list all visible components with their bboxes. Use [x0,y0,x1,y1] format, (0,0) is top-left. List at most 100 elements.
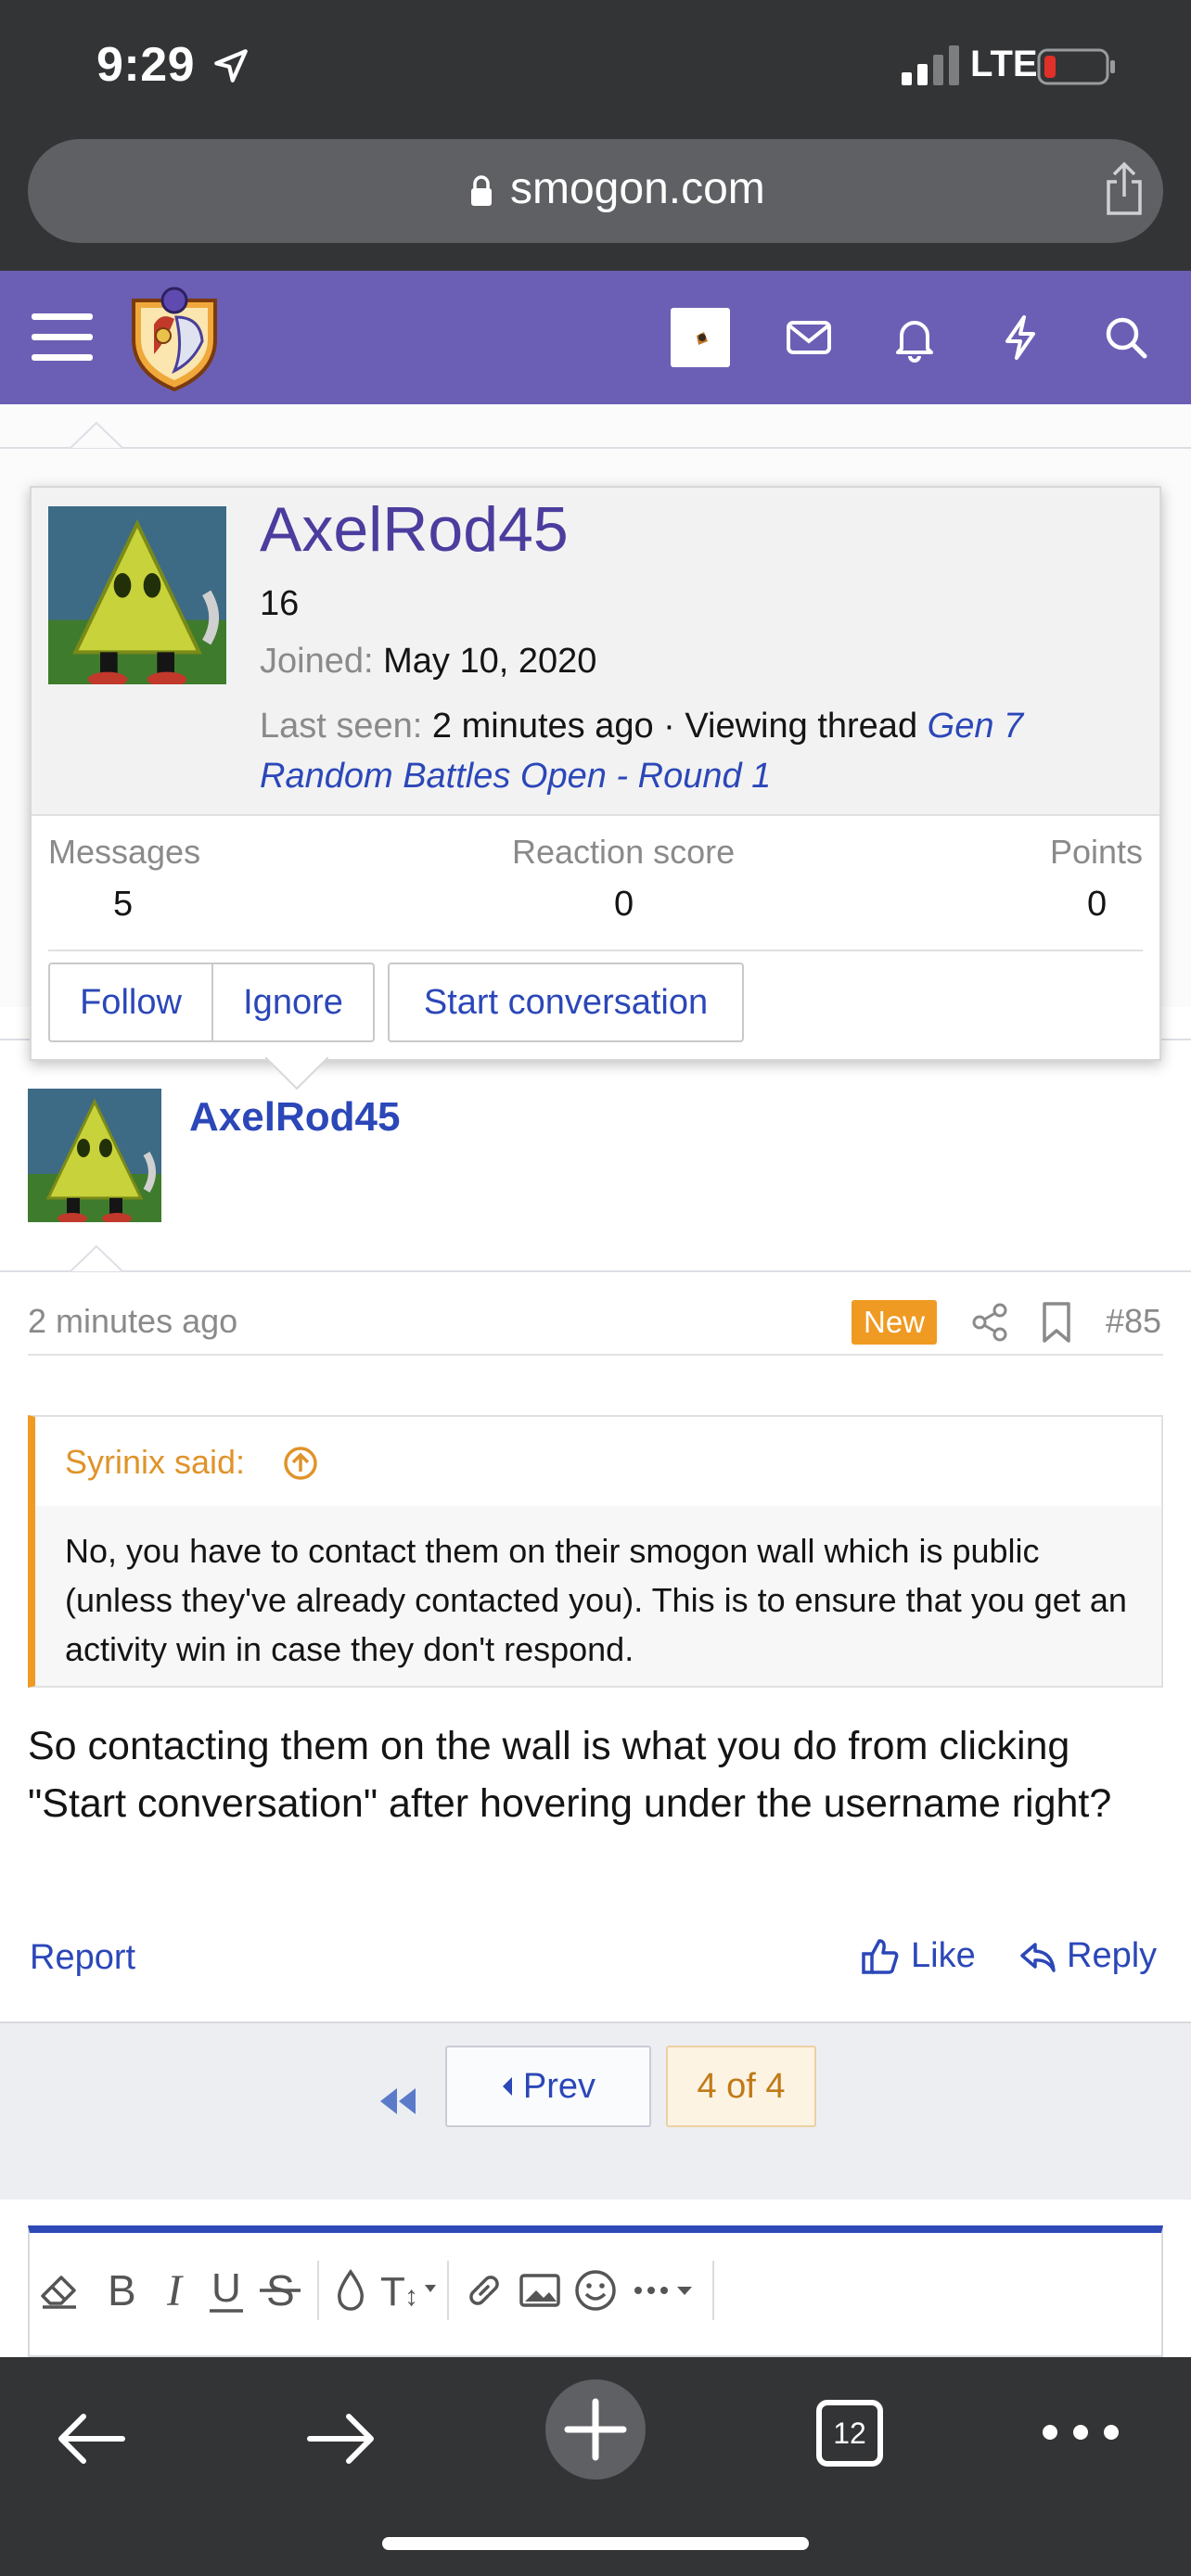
underline-icon[interactable]: U [200,2264,252,2316]
prev-label: Prev [522,2066,596,2106]
arrow-up-circle-icon[interactable] [282,1445,319,1482]
caret-decoration [70,421,122,449]
post-avatar[interactable] [28,1089,161,1222]
follow-button[interactable]: Follow [48,963,213,1042]
location-arrow-icon [214,49,248,83]
prev-page-button[interactable]: Prev [445,2046,651,2127]
page-indicator[interactable]: 4 of 4 [666,2046,816,2127]
status-bar: 9:29 LTE [0,0,1191,139]
svg-text:B: B [108,2266,136,2315]
divider [0,447,1191,449]
svg-text:I: I [166,2266,184,2315]
cellular-signal-icon [902,45,959,85]
search-icon[interactable] [1100,312,1152,363]
toolbar-divider [447,2261,449,2320]
pagination: Prev 4 of 4 [0,2021,1191,2200]
browser-address-area: smogon.com [0,139,1191,271]
member-username[interactable]: AxelRod45 [260,493,569,566]
tab-count: 12 [833,2416,866,2450]
stat-label-points: Points [1050,833,1144,871]
bold-icon[interactable]: B [96,2264,148,2316]
more-options-icon[interactable] [631,2264,701,2316]
quote-attribution[interactable]: Syrinix said: [65,1443,245,1482]
member-stats: Messages 5 Reaction score 0 Points 0 [48,833,1143,951]
caret-left-icon [502,2077,512,2096]
tabs-button[interactable]: 12 [816,2400,883,2467]
like-label: Like [911,1936,976,1975]
quote-header: Syrinix said: [35,1417,1161,1506]
first-page-icon[interactable] [375,2064,421,2138]
svg-text:↕: ↕ [404,2281,418,2312]
stat-value-messages[interactable]: 5 [113,885,133,925]
ignore-button[interactable]: Ignore [211,963,375,1042]
battery-low-icon [1037,48,1115,85]
lightning-bolt-icon[interactable] [994,312,1046,363]
home-indicator [382,2537,809,2550]
like-button[interactable]: Like [861,1936,976,1976]
status-time: 9:29 [96,38,196,92]
avatar-icon [697,332,708,345]
network-type: LTE [970,44,1038,84]
share-icon[interactable] [1102,161,1146,217]
toolbar-divider [317,2261,319,2320]
report-link[interactable]: Report [30,1938,135,1978]
smogon-logo[interactable] [126,284,223,391]
stat-value-reaction-score: 0 [614,885,634,924]
smiley-icon[interactable] [570,2264,621,2316]
inbox-icon[interactable] [783,312,835,363]
last-seen-value: 2 minutes ago · Viewing thread [431,707,928,746]
new-tab-icon[interactable] [544,2378,647,2481]
address-bar[interactable]: smogon.com [28,139,1163,243]
back-arrow-icon[interactable] [54,2409,126,2468]
post-body: So contacting them on the wall is what y… [28,1724,1112,1826]
new-badge: New [852,1300,937,1345]
quote-text: No, you have to contact them on their sm… [65,1532,1127,1668]
bell-icon[interactable] [889,312,941,363]
svg-text:T: T [380,2269,405,2315]
forward-arrow-icon[interactable] [306,2409,378,2468]
tooltip-header: AxelRod45 16 Joined: May 10, 2020 Last s… [32,488,1159,816]
post-username[interactable]: AxelRod45 [189,1094,400,1141]
quote-block: Syrinix said: No, you have to contact th… [28,1415,1163,1688]
bookmark-icon[interactable] [1039,1300,1074,1345]
browser-toolbar: 12 [0,2357,1191,2576]
post-timestamp[interactable]: 2 minutes ago [28,1302,237,1341]
member-avatar[interactable] [48,506,226,684]
image-icon[interactable] [514,2264,566,2316]
menu-icon[interactable] [32,312,93,363]
reply-editor: B I U S T ↕ [28,2225,1163,2357]
strikethrough-icon[interactable]: S [254,2264,306,2316]
reply-arrow-icon [1020,1942,1056,1972]
last-seen-label: Last seen: [260,707,423,746]
reply-label: Reply [1067,1936,1158,1975]
more-menu-icon[interactable] [1039,2418,1122,2446]
site-header [0,271,1191,404]
toolbar-divider [712,2261,714,2320]
member-last-seen: Last seen: 2 minutes ago · Viewing threa… [260,701,1132,801]
reply-button[interactable]: Reply [1018,1936,1157,1976]
member-title: 16 [260,584,300,623]
joined-value: May 10, 2020 [383,642,597,681]
member-tooltip: AxelRod45 16 Joined: May 10, 2020 Last s… [30,486,1161,1061]
italic-icon[interactable]: I [152,2264,204,2316]
share-post-icon[interactable] [970,1302,1011,1343]
caret-decoration [70,1244,122,1272]
joined-label: Joined: [260,642,374,681]
text-color-icon[interactable] [325,2264,377,2316]
post-meta-divider [28,1354,1163,1356]
stat-value-points[interactable]: 0 [1087,885,1107,925]
svg-text:U: U [211,2265,241,2311]
eraser-icon[interactable] [33,2264,85,2316]
start-conversation-button[interactable]: Start conversation [388,963,744,1042]
stat-label-reaction-score: Reaction score [512,833,736,871]
user-avatar-button[interactable] [671,308,730,367]
thumbs-up-icon [862,1938,899,1974]
font-size-icon[interactable]: T ↕ [380,2264,442,2316]
link-icon[interactable] [458,2264,510,2316]
post-number[interactable]: #85 [1106,1302,1161,1341]
member-joined: Joined: May 10, 2020 [260,642,596,682]
stat-label-messages: Messages [48,833,201,871]
lock-icon [471,175,492,206]
post-header-divider [0,1270,1191,1272]
tooltip-pointer [265,1057,328,1090]
